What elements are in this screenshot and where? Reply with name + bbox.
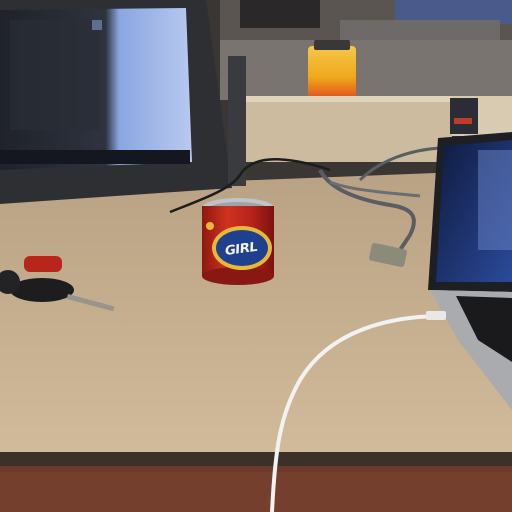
carpet-texture	[0, 472, 512, 512]
back-wall-panel	[220, 40, 512, 100]
laptop-screen-window	[478, 150, 512, 250]
can-emblem	[206, 222, 214, 230]
red-keychain	[24, 256, 62, 272]
monitor-stand	[228, 56, 246, 186]
desk-partition	[246, 96, 452, 162]
desk-edge	[0, 452, 512, 466]
monitor-window-control	[92, 20, 102, 30]
small-device	[450, 98, 478, 134]
scene-illustration	[0, 0, 512, 512]
monitor-taskbar	[0, 150, 190, 164]
desk-partition-top	[246, 96, 452, 102]
small-device-light	[454, 118, 472, 124]
desk-scene: GIRL	[0, 0, 512, 512]
monitor-window	[10, 20, 100, 130]
cable-connector	[426, 311, 446, 320]
water-bottle-cap	[314, 40, 350, 50]
water-bottle	[308, 46, 356, 98]
person-background	[240, 0, 320, 28]
